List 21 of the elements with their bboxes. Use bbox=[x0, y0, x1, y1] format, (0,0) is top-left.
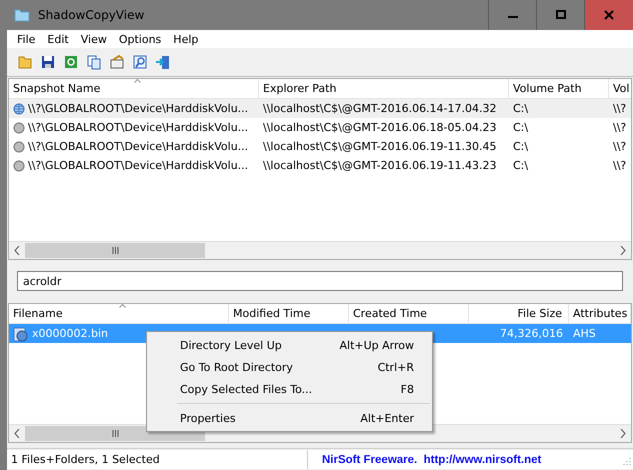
table-cell: C:\ bbox=[513, 140, 528, 153]
table-cell: \\? bbox=[613, 140, 626, 153]
table-cell: C:\ bbox=[513, 121, 528, 134]
table-cell: C:\ bbox=[513, 159, 528, 172]
table-cell: \\localhost\C$\@GMT-2016.06.19-11.43.23 bbox=[263, 159, 497, 172]
status-text: 1 Files+Folders, 1 Selected bbox=[7, 450, 308, 469]
table-cell: \\localhost\C$\@GMT-2016.06.14-17.04.32 bbox=[263, 102, 497, 115]
window-title: ShadowCopyView bbox=[38, 8, 144, 22]
table-cell: 74,326,016 bbox=[500, 327, 563, 340]
table-cell: \\?\GLOBALROOT\Device\HarddiskVolu... bbox=[28, 159, 248, 172]
table-cell: \\? bbox=[613, 159, 626, 172]
table-cell: \\localhost\C$\@GMT-2016.06.19-11.30.45 bbox=[263, 140, 497, 153]
table-cell: AHS bbox=[573, 327, 596, 340]
table-cell: x0000002.bin bbox=[32, 327, 108, 340]
table-cell: \\? bbox=[613, 121, 626, 134]
table-cell: \\?\GLOBALROOT\Device\HarddiskVolu... bbox=[28, 121, 248, 134]
table-cell: \\? bbox=[613, 102, 626, 115]
table-cell: \\?\GLOBALROOT\Device\HarddiskVolu... bbox=[28, 140, 248, 153]
table-cell: C:\ bbox=[513, 102, 528, 115]
table-cell: \\?\GLOBALROOT\Device\HarddiskVolu... bbox=[28, 102, 248, 115]
table-cell: \\localhost\C$\@GMT-2016.06.18-05.04.23 bbox=[263, 121, 497, 134]
